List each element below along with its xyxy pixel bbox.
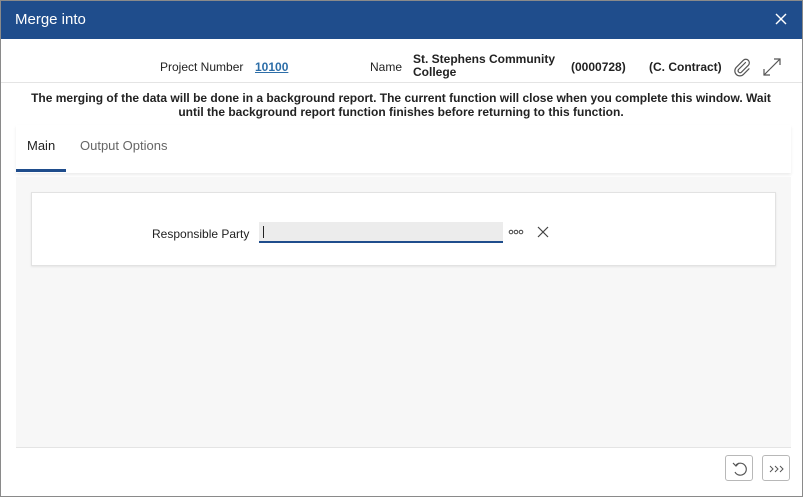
merge-notice: The merging of the data will be done in …	[31, 91, 771, 119]
clear-icon[interactable]	[537, 226, 549, 238]
project-number-label: Project Number	[160, 60, 244, 74]
project-number-link[interactable]: 10100	[255, 60, 288, 74]
tab-output-options[interactable]: Output Options	[80, 138, 167, 153]
code-value: (0000728)	[571, 60, 626, 74]
text-cursor	[263, 226, 264, 238]
record-header: Project Number 10100 Name St. Stephens C…	[1, 39, 802, 83]
merge-dialog: Merge into Project Number 10100 Name St.…	[0, 0, 803, 497]
next-button[interactable]	[762, 455, 790, 481]
undo-icon	[732, 462, 747, 476]
type-value: (C. Contract)	[649, 60, 722, 74]
active-tab-indicator	[16, 169, 66, 172]
more-dots-icon[interactable]	[508, 229, 524, 235]
expand-icon[interactable]	[761, 56, 783, 78]
undo-button[interactable]	[725, 455, 753, 481]
dialog-title: Merge into	[15, 11, 86, 28]
form-panel: Responsible Party	[31, 192, 776, 266]
tab-bar: Main Output Options	[16, 125, 791, 173]
name-label: Name	[370, 60, 403, 74]
dialog-footer	[16, 447, 791, 487]
responsible-party-input[interactable]	[259, 222, 503, 243]
next-icon	[769, 465, 784, 473]
responsible-party-label: Responsible Party	[152, 227, 250, 241]
paperclip-icon[interactable]	[732, 57, 752, 77]
close-icon[interactable]	[772, 10, 790, 28]
tab-content: Responsible Party	[16, 177, 791, 447]
name-value: St. Stephens Community College	[413, 52, 556, 79]
tab-main[interactable]: Main	[27, 138, 55, 153]
title-bar: Merge into	[1, 1, 802, 39]
